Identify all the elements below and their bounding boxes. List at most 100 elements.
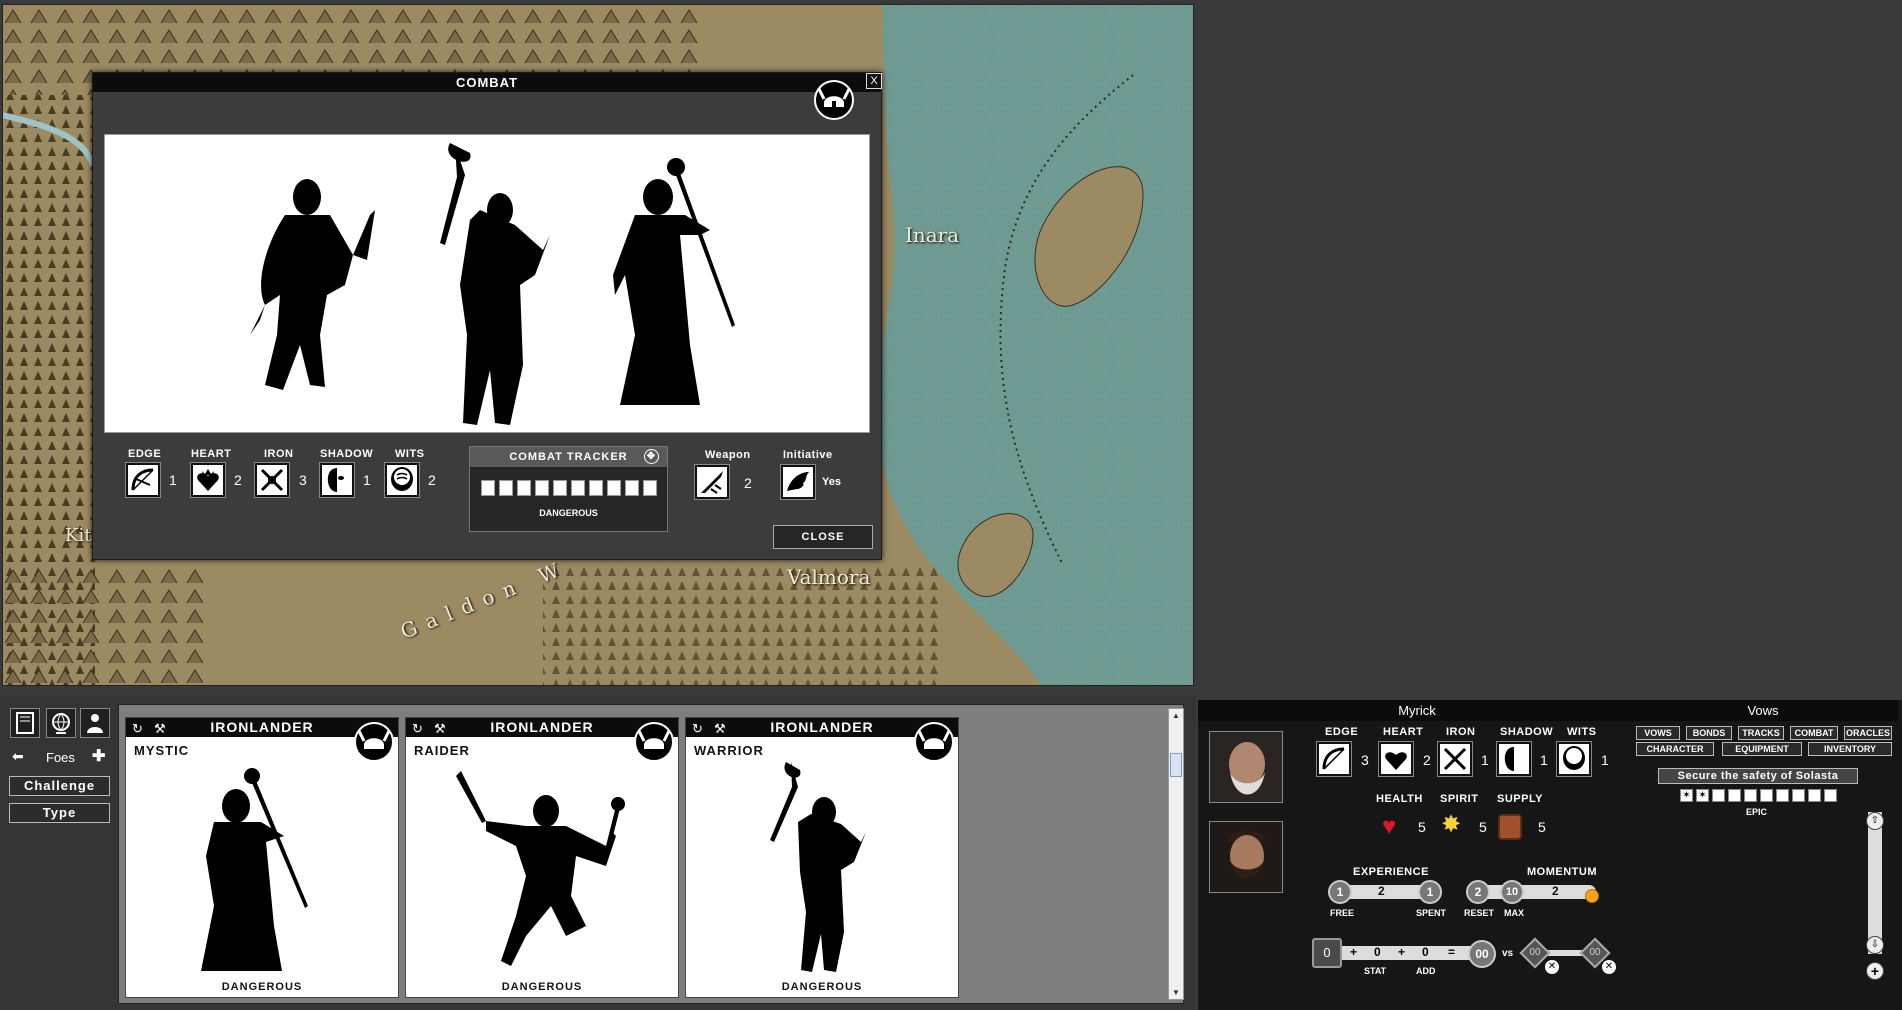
flame-icon[interactable] <box>1585 889 1599 903</box>
tab-inventory[interactable]: INVENTORY <box>1808 742 1892 756</box>
momentum-value: 2 <box>1552 884 1559 898</box>
vow-progress-box[interactable] <box>1808 789 1821 802</box>
stat-input[interactable]: 0 <box>1312 938 1342 968</box>
spark-icon[interactable]: ✸ <box>1441 813 1461 837</box>
tab-tracks[interactable]: TRACKS <box>1738 726 1784 740</box>
scroll-down-icon[interactable]: ⇩ <box>1866 936 1884 954</box>
vow-name[interactable]: Secure the safety of Solasta <box>1658 768 1858 784</box>
type-button[interactable]: Type <box>9 803 110 823</box>
char-value-edge: 3 <box>1361 752 1369 768</box>
brain-icon[interactable] <box>1557 742 1591 776</box>
tracker-box[interactable] <box>499 480 513 496</box>
scroll-thumb[interactable] <box>1170 753 1182 777</box>
tracker-box[interactable] <box>535 480 549 496</box>
journal-icon[interactable] <box>10 708 40 738</box>
tracker-box[interactable] <box>553 480 567 496</box>
heart-crown-icon[interactable] <box>1379 742 1413 776</box>
tracker-box[interactable] <box>625 480 639 496</box>
tracker-box[interactable] <box>481 480 495 496</box>
vow-progress-box[interactable] <box>1712 789 1725 802</box>
close-button[interactable]: CLOSE <box>773 525 873 549</box>
tab-vows[interactable]: VOWS <box>1636 726 1680 740</box>
foe-card-warrior[interactable]: IRONLANDER ↻ ⚒ WARRIOR DANGEROUS <box>685 717 959 998</box>
tracker-box[interactable] <box>589 480 603 496</box>
arrow-left-icon[interactable]: ⬅ <box>12 748 24 765</box>
tab-oracles[interactable]: ORACLES <box>1844 726 1892 740</box>
challenge-die-1[interactable]: 00 <box>1524 947 1546 958</box>
move-handle-icon[interactable]: ✥ <box>644 449 659 464</box>
challenge-button[interactable]: Challenge <box>9 776 110 796</box>
add-vow-icon[interactable]: + <box>1866 962 1884 980</box>
tracker-box[interactable] <box>607 480 621 496</box>
stat-value-edge: 1 <box>169 472 177 488</box>
tool-icon[interactable]: ⚒ <box>434 721 446 737</box>
brain-icon[interactable] <box>385 463 419 497</box>
vow-progress-box[interactable] <box>1792 789 1805 802</box>
tool-icon[interactable]: ⚒ <box>154 721 166 737</box>
roll-b: 0 <box>1422 945 1429 959</box>
clear-icon[interactable]: ✕ <box>1545 960 1559 974</box>
momentum-max[interactable]: 10 <box>1500 880 1524 904</box>
tracker-box[interactable] <box>517 480 531 496</box>
vow-progress-box[interactable] <box>1744 789 1757 802</box>
combat-close-x-button[interactable]: X <box>866 73 882 89</box>
warrior-silhouette <box>770 762 866 972</box>
person-icon[interactable] <box>80 708 110 738</box>
avatar-bearded-man[interactable] <box>1209 821 1283 893</box>
challenge-die-2[interactable]: 00 <box>1584 947 1606 958</box>
heart-icon[interactable]: ♥ <box>1382 815 1396 839</box>
tracker-box[interactable] <box>571 480 585 496</box>
vow-progress-box[interactable] <box>1760 789 1773 802</box>
backpack-icon[interactable] <box>1498 814 1522 840</box>
scroll-down-icon[interactable]: ▼ <box>1172 988 1180 997</box>
experience-free[interactable]: 1 <box>1328 880 1352 904</box>
weapon-icon[interactable] <box>695 465 729 499</box>
crossed-swords-icon[interactable] <box>1438 742 1472 776</box>
foe-card-mystic[interactable]: IRONLANDER ↻ ⚒ MYSTIC DANGEROUS <box>125 717 399 998</box>
equals-sign: = <box>1448 945 1456 959</box>
wing-icon[interactable] <box>781 465 815 499</box>
foe-card-raider[interactable]: IRONLANDER ↻ ⚒ RAIDER DANGEROUS <box>405 717 679 998</box>
avatar-old-man[interactable] <box>1209 731 1283 803</box>
vow-progress-box[interactable] <box>1728 789 1741 802</box>
momentum-reset[interactable]: 2 <box>1466 880 1490 904</box>
vow-progress-box[interactable]: ✶ <box>1680 789 1693 802</box>
rotate-icon[interactable]: ↻ <box>412 721 423 737</box>
momentum-bar <box>1472 885 1596 899</box>
mask-icon[interactable] <box>1497 742 1531 776</box>
vow-progress-box[interactable] <box>1824 789 1837 802</box>
tab-character[interactable]: CHARACTER <box>1636 742 1714 756</box>
stat-label-wits: WITS <box>395 448 425 460</box>
roll-total[interactable]: 00 <box>1468 940 1496 968</box>
vow-progress-box[interactable]: ✶ <box>1696 789 1709 802</box>
vows-scrollbar[interactable] <box>1868 812 1882 954</box>
tracker-rank: DANGEROUS <box>539 508 598 518</box>
experience-spent[interactable]: 1 <box>1418 880 1442 904</box>
character-name: Myrick <box>1198 700 1636 721</box>
viking-helmet-icon <box>813 79 855 126</box>
clear-icon[interactable]: ✕ <box>1602 960 1616 974</box>
tracker-box[interactable] <box>643 480 657 496</box>
char-value-wits: 1 <box>1601 752 1609 768</box>
tab-bonds[interactable]: BONDS <box>1686 726 1732 740</box>
add-foe-icon[interactable]: ✚ <box>92 746 105 766</box>
experience-total: 2 <box>1378 884 1385 898</box>
crossed-swords-icon[interactable] <box>255 463 289 497</box>
bow-icon[interactable] <box>126 463 160 497</box>
rotate-icon[interactable]: ↻ <box>692 721 703 737</box>
weapon-label: Weapon <box>705 449 751 461</box>
tool-icon[interactable]: ⚒ <box>714 721 726 737</box>
bow-icon[interactable] <box>1317 742 1351 776</box>
card-rank: DANGEROUS <box>781 981 863 993</box>
rotate-icon[interactable]: ↻ <box>132 721 143 737</box>
cards-scrollbar[interactable]: ▲ ▼ <box>1168 708 1184 1000</box>
char-value-heart: 2 <box>1423 752 1431 768</box>
mask-icon[interactable] <box>320 463 354 497</box>
scroll-up-icon[interactable]: ⇧ <box>1866 812 1884 830</box>
scroll-up-icon[interactable]: ▲ <box>1172 711 1180 720</box>
tab-combat[interactable]: COMBAT <box>1790 726 1838 740</box>
heart-crown-icon[interactable] <box>191 463 225 497</box>
globe-icon[interactable] <box>46 708 76 738</box>
tab-equipment[interactable]: EQUIPMENT <box>1722 742 1802 756</box>
vow-progress-box[interactable] <box>1776 789 1789 802</box>
